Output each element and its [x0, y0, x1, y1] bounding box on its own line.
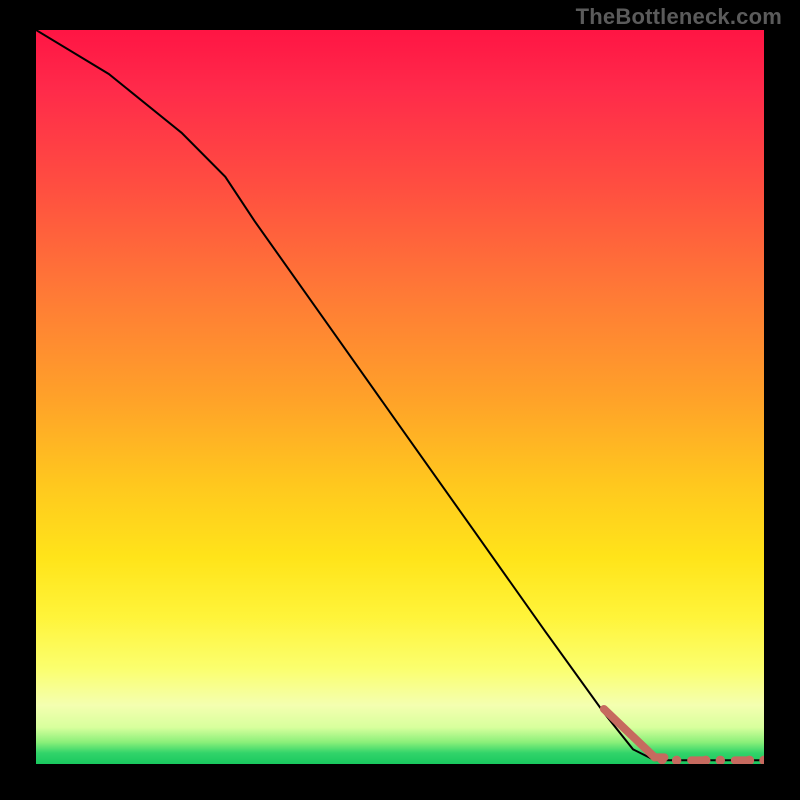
curve-line [36, 30, 764, 760]
plot-area [36, 30, 764, 764]
chart-overlay [36, 30, 764, 764]
chart-frame: TheBottleneck.com [0, 0, 800, 800]
watermark-text: TheBottleneck.com [576, 4, 782, 30]
tail-marker-group [604, 709, 764, 764]
